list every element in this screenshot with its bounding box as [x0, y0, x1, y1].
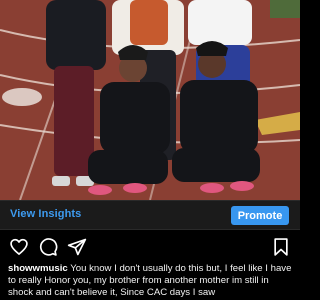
post-photo[interactable] [0, 0, 300, 200]
insights-bar: View Insights Promote [0, 200, 300, 230]
heart-icon[interactable] [9, 237, 29, 257]
caption-username[interactable]: showwmusic [8, 263, 68, 274]
bookmark-icon[interactable] [271, 237, 291, 257]
post-action-row [0, 232, 300, 260]
paper-plane-icon[interactable] [67, 237, 87, 257]
comment-icon[interactable] [38, 237, 58, 257]
track-team-photo [0, 0, 300, 200]
post-caption: showwmusic You know I don't usually do t… [8, 263, 294, 299]
promote-button[interactable]: Promote [231, 206, 289, 225]
view-insights-link[interactable]: View Insights [10, 208, 81, 220]
